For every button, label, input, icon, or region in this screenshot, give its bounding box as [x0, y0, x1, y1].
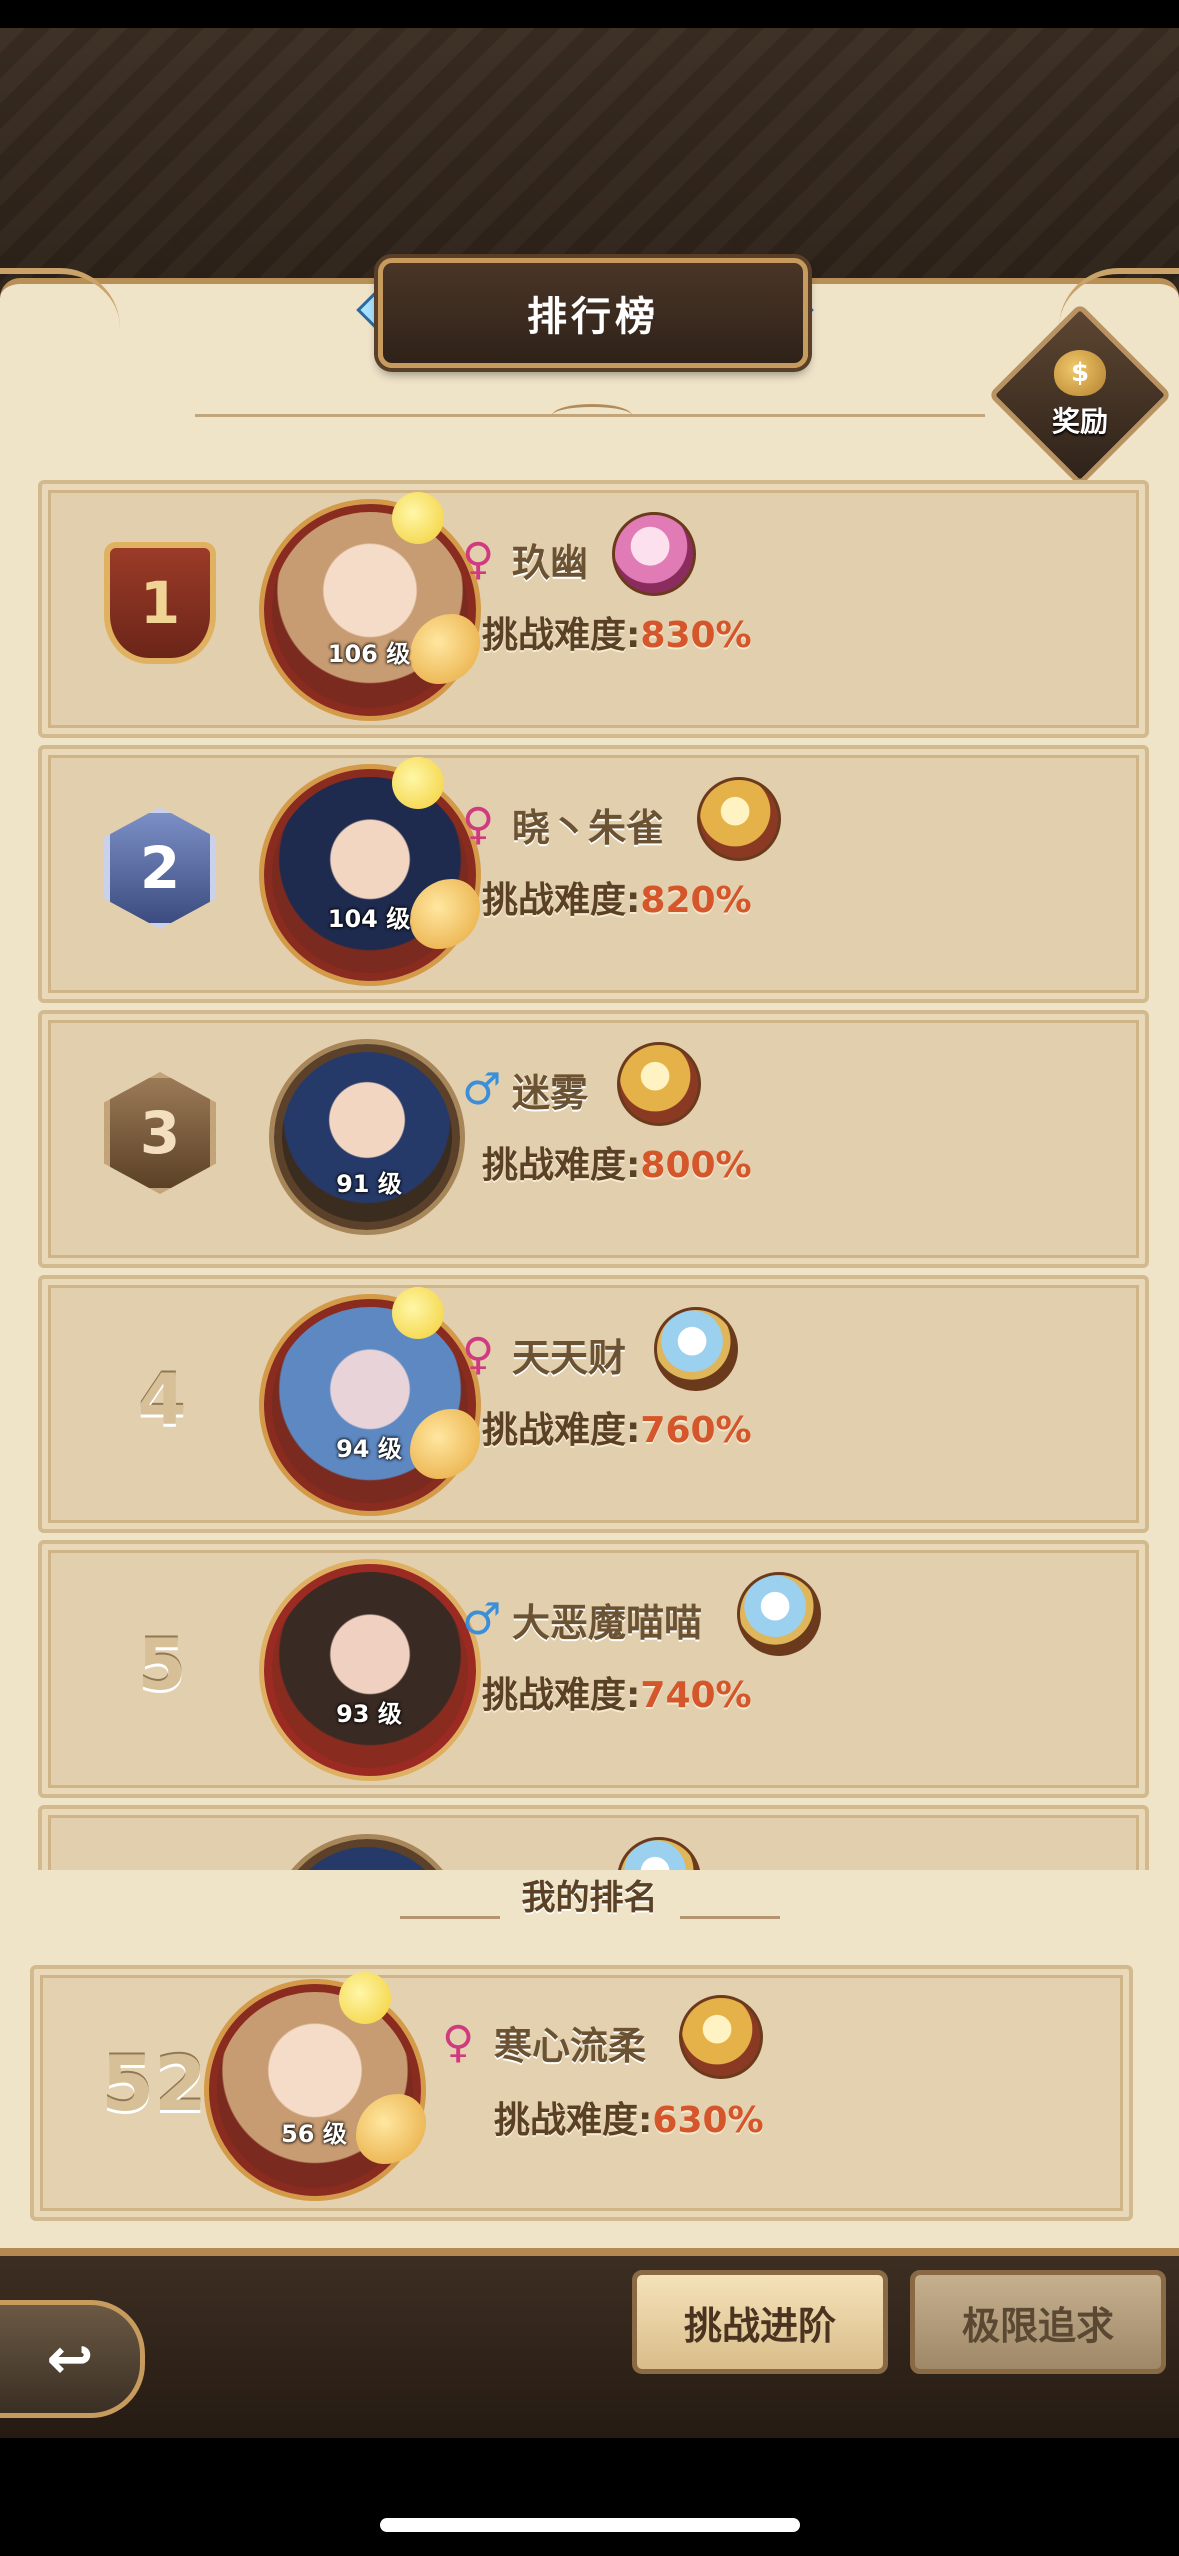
difficulty-value: 630% — [652, 2100, 764, 2141]
avatar[interactable] — [264, 1299, 476, 1511]
my-challenge-difficulty: 挑战难度:630% — [494, 2091, 764, 2143]
difficulty-label: 挑战难度: — [482, 880, 641, 921]
difficulty-label: 挑战难度: — [482, 1145, 641, 1186]
status-bar — [0, 0, 1179, 28]
challenge-difficulty: 挑战难度:740% — [482, 1666, 752, 1718]
money-bag-icon: $ — [1054, 350, 1106, 396]
female-icon: ♀ — [462, 1329, 495, 1380]
moon-frame-icon — [339, 1972, 391, 2024]
moon-frame-icon — [392, 757, 444, 809]
difficulty-value: 800% — [640, 1145, 752, 1186]
player-level: 94 级 — [336, 1435, 402, 1463]
moon-frame-icon — [392, 492, 444, 544]
difficulty-value: 820% — [640, 880, 752, 921]
challenge-difficulty: 挑战难度:830% — [482, 606, 752, 658]
title-medal-icon[interactable] — [679, 1995, 763, 2079]
difficulty-value: 760% — [640, 1410, 752, 1451]
divider-ornament — [552, 404, 632, 427]
avatar[interactable] — [264, 504, 476, 716]
ranking-row[interactable]: 5 93 级 ♂ 大恶魔喵喵 挑战难度:740% — [38, 1540, 1149, 1798]
player-level: 93 级 — [336, 1700, 402, 1728]
difficulty-label: 挑战难度: — [482, 1675, 641, 1716]
rank-number: 5 — [137, 1624, 187, 1706]
home-bar — [0, 2438, 1179, 2556]
avatar[interactable] — [264, 1564, 476, 1776]
limit-pursuit-button[interactable]: 极限追求 — [910, 2270, 1166, 2374]
player-name: 晓丶朱雀 — [512, 806, 665, 850]
difficulty-label: 挑战难度: — [482, 1410, 641, 1451]
player-name: 天天财 — [512, 1336, 627, 1380]
male-icon: ♂ — [462, 1594, 502, 1645]
ranking-row[interactable]: 1 106 级 ♀ 玖幽 挑战难度:830% — [38, 480, 1149, 738]
title-medal-icon[interactable] — [697, 777, 781, 861]
player-name: 迷雾 — [512, 1071, 589, 1115]
ranking-row[interactable]: 3 91 级 ♂ 迷雾 挑战难度:800% — [38, 1010, 1149, 1268]
female-icon: ♀ — [462, 534, 495, 585]
player-level: 104 级 — [327, 905, 411, 933]
ranking-row[interactable] — [38, 1805, 1149, 1870]
challenge-difficulty: 挑战难度:760% — [482, 1401, 752, 1453]
reward-button[interactable]: $ 奖励 — [1015, 330, 1145, 460]
difficulty-value: 740% — [640, 1675, 752, 1716]
ranking-row[interactable]: 2 104 级 ♀ 晓丶朱雀 挑战难度:820% — [38, 745, 1149, 1003]
female-icon: ♀ — [462, 799, 495, 850]
player-level: 91 级 — [336, 1170, 402, 1198]
avatar[interactable] — [274, 1044, 460, 1230]
my-rank-header: 我的排名 — [521, 1878, 658, 1918]
male-icon: ♂ — [462, 1064, 502, 1115]
my-level: 56 级 — [281, 2120, 347, 2148]
player-name: 玖幽 — [512, 541, 589, 585]
my-rank-row[interactable]: 52 56 级 ♀ 寒心流柔 挑战难度:630% — [30, 1965, 1133, 2221]
page-title: 排行榜 — [378, 258, 808, 368]
title-medal-icon[interactable] — [617, 1837, 701, 1870]
female-icon: ♀ — [442, 2017, 475, 2068]
moon-frame-icon — [392, 1287, 444, 1339]
player-name: 大恶魔喵喵 — [512, 1601, 703, 1645]
difficulty-value: 830% — [640, 615, 752, 656]
title-medal-icon[interactable] — [617, 1042, 701, 1126]
rank-number: 4 — [137, 1359, 187, 1441]
challenge-difficulty: 挑战难度:800% — [482, 1136, 752, 1188]
rank-badge-bronze: 3 — [104, 1072, 216, 1194]
title-medal-icon[interactable] — [612, 512, 696, 596]
back-button[interactable]: ↩ — [0, 2300, 145, 2418]
home-indicator[interactable] — [380, 2518, 800, 2532]
title-medal-icon[interactable] — [654, 1307, 738, 1391]
challenge-difficulty: 挑战难度:820% — [482, 871, 752, 923]
challenge-advance-button[interactable]: 挑战进阶 — [632, 2270, 888, 2374]
difficulty-label: 挑战难度: — [482, 615, 641, 656]
title-medal-icon[interactable] — [737, 1572, 821, 1656]
rank-badge-silver: 2 — [104, 807, 216, 929]
ranking-list[interactable]: 1 106 级 ♀ 玖幽 挑战难度:830% 2 104 级 ♀ 晓丶朱雀 挑战… — [0, 470, 1179, 1870]
player-level: 106 级 — [327, 640, 411, 668]
reward-label: 奖励 — [1051, 405, 1108, 438]
my-name: 寒心流柔 — [494, 2024, 647, 2068]
my-rank-number: 52 — [101, 2039, 207, 2128]
avatar[interactable] — [274, 1839, 460, 1870]
my-avatar[interactable] — [209, 1984, 421, 2196]
difficulty-label: 挑战难度: — [494, 2100, 653, 2141]
rank-badge-gold: 1 — [104, 542, 216, 664]
avatar[interactable] — [264, 769, 476, 981]
ranking-row[interactable]: 4 94 级 ♀ 天天财 挑战难度:760% — [38, 1275, 1149, 1533]
back-arrow-icon: ↩ — [46, 2326, 94, 2392]
